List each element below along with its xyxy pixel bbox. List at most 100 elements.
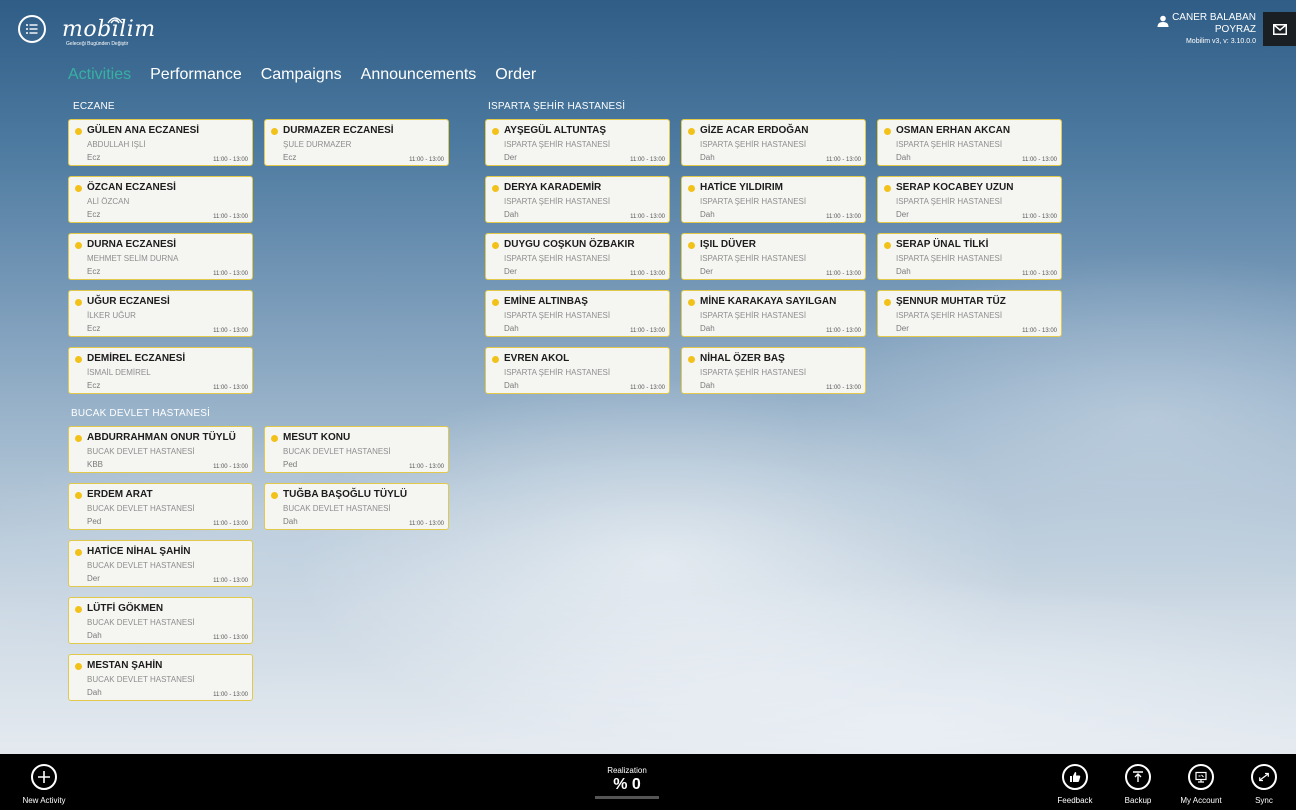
activity-card[interactable]: GİZE ACAR ERDOĞAN ISPARTA ŞEHİR HASTANESİ… [681, 119, 866, 166]
card-time: 11:00 - 13:00 [1022, 271, 1057, 277]
card-time: 11:00 - 13:00 [213, 692, 248, 698]
activity-card[interactable]: ŞENNUR MUHTAR TÜZ ISPARTA ŞEHİR HASTANESİ… [877, 290, 1062, 337]
activity-card[interactable]: NİHAL ÖZER BAŞ ISPARTA ŞEHİR HASTANESİ Dah… [681, 347, 866, 394]
card-time: 11:00 - 13:00 [1022, 214, 1057, 220]
activity-card[interactable]: SERAP KOCABEY UZUN ISPARTA ŞEHİR HASTANES… [877, 176, 1062, 223]
messages-button[interactable] [1263, 12, 1296, 46]
card-time: 11:00 - 13:00 [826, 328, 861, 334]
card-title: ŞENNUR MUHTAR TÜZ [896, 296, 1006, 307]
card-specialty: Dah [87, 688, 102, 697]
activity-card[interactable]: ABDURRAHMAN ONUR TÜYLÜ BUCAK DEVLET HASTA… [68, 426, 253, 473]
sync-button[interactable]: Sync [1234, 764, 1294, 805]
card-title: GİZE ACAR ERDOĞAN [700, 125, 809, 136]
card-title: DURMAZER ECZANESİ [283, 125, 394, 136]
activity-card[interactable]: GÜLEN ANA ECZANESİ ABDULLAH IŞLİ Ecz 11:00 … [68, 119, 253, 166]
card-specialty: Ecz [87, 381, 101, 390]
tab-activities[interactable]: Activities [68, 66, 131, 84]
activity-card[interactable]: MİNE KARAKAYA SAYILGAN ISPARTA ŞEHİR HAST… [681, 290, 866, 337]
status-dot [75, 299, 82, 306]
hamburger-menu-icon [26, 24, 38, 34]
card-title: DEMİREL ECZANESİ [87, 353, 186, 364]
card-specialty: KBB [87, 460, 104, 469]
backup-button[interactable]: Backup [1108, 764, 1168, 805]
card-specialty: Der [896, 324, 909, 333]
tab-announcements[interactable]: Announcements [361, 66, 477, 84]
card-subtitle: ISPARTA ŞEHİR HASTANESİ [896, 140, 1003, 149]
tab-order[interactable]: Order [495, 66, 536, 84]
status-dot [75, 128, 82, 135]
activity-card[interactable]: DUYGU COŞKUN ÖZBAKIR ISPARTA ŞEHİR HASTAN… [485, 233, 670, 280]
activity-card[interactable]: DURMAZER ECZANESİ ŞULE DURMAZER Ecz 11:00 -… [264, 119, 449, 166]
activity-card[interactable]: ERDEM ARAT BUCAK DEVLET HASTANESİ Ped 11:00… [68, 483, 253, 530]
activity-card[interactable]: MESTAN ŞAHİN BUCAK DEVLET HASTANESİ Dah 11:… [68, 654, 253, 701]
card-specialty: Dah [896, 153, 911, 162]
activity-card[interactable]: MESUT KONU BUCAK DEVLET HASTANESİ Ped 11:00… [264, 426, 449, 473]
card-subtitle: ISPARTA ŞEHİR HASTANESİ [700, 140, 807, 149]
sync-icon [1259, 772, 1269, 782]
status-dot [75, 242, 82, 249]
card-specialty: Dah [700, 153, 715, 162]
activity-card[interactable]: EMİNE ALTINBAŞ ISPARTA ŞEHİR HASTANESİ Dah… [485, 290, 670, 337]
card-time: 11:00 - 13:00 [213, 157, 248, 163]
activity-card[interactable]: UĞUR ECZANESİ İLKER UĞUR Ecz 11:00 - 13:00 [68, 290, 253, 337]
feedback-button[interactable]: Feedback [1045, 764, 1105, 805]
card-subtitle: ISPARTA ŞEHİR HASTANESİ [504, 140, 611, 149]
status-dot [492, 356, 499, 363]
activity-card[interactable]: DERYA KARADEMİR ISPARTA ŞEHİR HASTANESİ Da… [485, 176, 670, 223]
status-dot [688, 128, 695, 135]
card-subtitle: BUCAK DEVLET HASTANESİ [283, 447, 391, 456]
card-subtitle: ISPARTA ŞEHİR HASTANESİ [896, 311, 1003, 320]
card-specialty: Ecz [87, 210, 101, 219]
card-subtitle: ŞULE DURMAZER [283, 140, 352, 149]
activity-card[interactable]: DEMİREL ECZANESİ İSMAİL DEMİREL Ecz 11:00 -… [68, 347, 253, 394]
activity-card[interactable]: ÖZCAN ECZANESİ ALİ ÖZCAN Ecz 11:00 - 13:00 [68, 176, 253, 223]
activity-card[interactable]: HATİCE NİHAL ŞAHİN BUCAK DEVLET HASTANESİ… [68, 540, 253, 587]
tab-performance[interactable]: Performance [150, 66, 242, 84]
card-title: DERYA KARADEMİR [504, 182, 602, 193]
activity-card[interactable]: HATİCE YILDIRIM ISPARTA ŞEHİR HASTANESİ Da… [681, 176, 866, 223]
activity-card[interactable]: AYŞEGÜL ALTUNTAŞ ISPARTA ŞEHİR HASTANESİ D… [485, 119, 670, 166]
card-time: 11:00 - 13:00 [630, 157, 665, 163]
card-time: 11:00 - 13:00 [213, 521, 248, 527]
status-dot [884, 128, 891, 135]
realization-progress-bar [595, 796, 659, 799]
activity-card[interactable]: OSMAN ERHAN AKCAN ISPARTA ŞEHİR HASTANESİ… [877, 119, 1062, 166]
status-dot [688, 242, 695, 249]
card-title: SERAP KOCABEY UZUN [896, 182, 1014, 193]
card-title: MESTAN ŞAHİN [87, 660, 163, 671]
status-dot [271, 492, 278, 499]
status-dot [492, 185, 499, 192]
card-subtitle: ISPARTA ŞEHİR HASTANESİ [700, 254, 807, 263]
thumbs-up-icon [1070, 772, 1081, 782]
card-subtitle: ISPARTA ŞEHİR HASTANESİ [504, 197, 611, 206]
card-specialty: Der [87, 574, 100, 583]
card-time: 11:00 - 13:00 [213, 271, 248, 277]
user-info[interactable]: CANER BALABAN POYRAZ Mobilim v3, v: 3.10… [1172, 12, 1256, 48]
activity-card[interactable]: TUĞBA BAŞOĞLU TÜYLÜ BUCAK DEVLET HASTANES… [264, 483, 449, 530]
card-subtitle: ABDULLAH IŞLİ [87, 140, 146, 149]
status-dot [884, 185, 891, 192]
card-specialty: Dah [504, 381, 519, 390]
activity-card[interactable]: LÜTFİ GÖKMEN BUCAK DEVLET HASTANESİ Dah 11:… [68, 597, 253, 644]
new-activity-label: New Activity [22, 796, 66, 805]
status-dot [75, 606, 82, 613]
new-activity-button[interactable]: New Activity [14, 764, 74, 805]
activity-card[interactable]: EVREN AKOL ISPARTA ŞEHİR HASTANESİ Dah 11:0… [485, 347, 670, 394]
tab-campaigns[interactable]: Campaigns [261, 66, 342, 84]
card-title: DUYGU COŞKUN ÖZBAKIR [504, 239, 635, 250]
card-subtitle: ISPARTA ŞEHİR HASTANESİ [504, 254, 611, 263]
activity-card[interactable]: DURNA ECZANESİ MEHMET SELİM DURNA Ecz 11:00… [68, 233, 253, 280]
upload-icon [1133, 771, 1143, 782]
activity-card[interactable]: IŞIL DÜVER ISPARTA ŞEHİR HASTANESİ Der 11:0… [681, 233, 866, 280]
activity-card[interactable]: SERAP ÜNAL TİLKİ ISPARTA ŞEHİR HASTANESİ D… [877, 233, 1062, 280]
my-account-button[interactable]: My Account [1171, 764, 1231, 805]
card-subtitle: ISPARTA ŞEHİR HASTANESİ [896, 254, 1003, 263]
card-specialty: Ped [283, 460, 298, 469]
card-title: NİHAL ÖZER BAŞ [700, 353, 785, 364]
card-title: ERDEM ARAT [87, 489, 153, 500]
card-specialty: Der [504, 153, 517, 162]
card-subtitle: ALİ ÖZCAN [87, 197, 130, 206]
status-dot [75, 492, 82, 499]
menu-button[interactable] [18, 15, 46, 43]
card-title: AYŞEGÜL ALTUNTAŞ [504, 125, 607, 136]
